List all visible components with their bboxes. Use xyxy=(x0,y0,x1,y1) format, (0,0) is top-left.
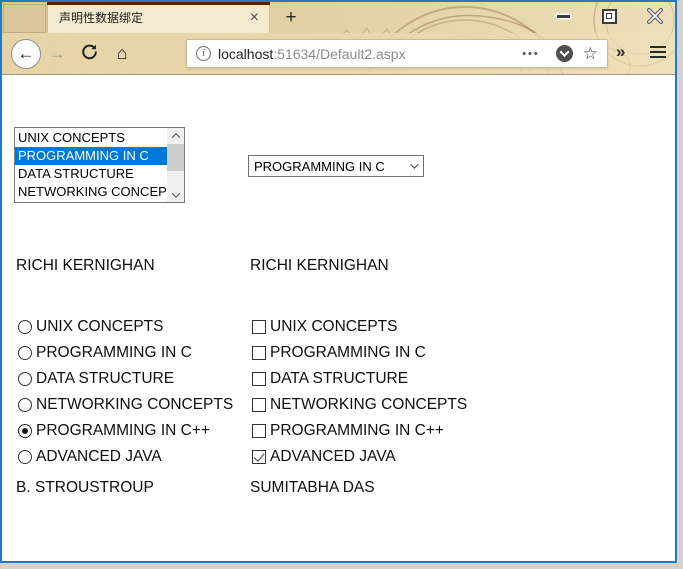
new-tab-button[interactable]: + xyxy=(278,5,304,31)
listbox-option[interactable]: PROGRAMMING IN C xyxy=(15,147,167,165)
radio-option[interactable]: DATA STRUCTURE xyxy=(18,366,233,392)
dropdown-selected-value: PROGRAMMING IN C xyxy=(249,159,403,174)
radio-label: PROGRAMMING IN C++ xyxy=(36,422,210,440)
radio-icon[interactable] xyxy=(18,450,32,464)
window-controls xyxy=(551,5,667,27)
url-text[interactable]: localhost:51634/Default2.aspx xyxy=(218,46,514,62)
course-radio-group: UNIX CONCEPTS PROGRAMMING IN C DATA STRU… xyxy=(18,314,233,470)
checkbox-icon[interactable] xyxy=(252,372,266,386)
maximize-button[interactable] xyxy=(597,5,621,27)
checkbox-author-label: SUMITABHA DAS xyxy=(250,479,375,497)
tab-close-icon[interactable]: × xyxy=(248,10,261,26)
radio-label: NETWORKING CONCEPTS xyxy=(36,396,233,414)
navigation-toolbar: ← → ⌂ i localhost:51634/Default2.aspx ••… xyxy=(2,33,675,75)
home-button[interactable]: ⌂ xyxy=(105,43,139,64)
listbox-option[interactable]: DATA STRUCTURE xyxy=(15,165,167,183)
listbox-items: UNIX CONCEPTS PROGRAMMING IN C DATA STRU… xyxy=(15,128,167,202)
checkbox-label: UNIX CONCEPTS xyxy=(270,318,397,336)
page-content: UNIX CONCEPTS PROGRAMMING IN C DATA STRU… xyxy=(2,75,675,561)
hamburger-menu-icon[interactable] xyxy=(650,46,666,61)
scrollbar-thumb[interactable] xyxy=(167,144,184,171)
course-dropdown[interactable]: PROGRAMMING IN C xyxy=(248,155,424,177)
checkbox-label: PROGRAMMING IN C xyxy=(270,344,426,362)
checkbox-label: ADVANCED JAVA xyxy=(270,448,396,466)
back-arrow-icon: ← xyxy=(18,44,35,64)
radio-label: UNIX CONCEPTS xyxy=(36,318,163,336)
listbox-author-label: RICHI KERNIGHAN xyxy=(16,257,155,275)
close-button[interactable] xyxy=(643,5,667,27)
home-icon: ⌂ xyxy=(117,43,128,63)
minimize-icon xyxy=(557,15,570,18)
url-path: :51634/Default2.aspx xyxy=(273,46,405,62)
bookmark-star-icon[interactable]: ☆ xyxy=(581,44,607,64)
scroll-up-icon[interactable] xyxy=(167,128,184,143)
forward-button[interactable]: → xyxy=(41,44,73,64)
scroll-down-icon[interactable] xyxy=(167,187,184,202)
radio-icon[interactable] xyxy=(18,398,32,412)
checkbox-icon[interactable] xyxy=(252,320,266,334)
minimize-button[interactable] xyxy=(551,5,575,27)
radio-option[interactable]: PROGRAMMING IN C xyxy=(18,340,233,366)
radio-label: DATA STRUCTURE xyxy=(36,370,174,388)
reload-icon xyxy=(81,43,98,60)
radio-option[interactable]: UNIX CONCEPTS xyxy=(18,314,233,340)
listbox-option[interactable]: NETWORKING CONCEPTS xyxy=(15,183,167,201)
checkbox-option[interactable]: NETWORKING CONCEPTS xyxy=(252,392,467,418)
checkbox-icon[interactable] xyxy=(252,398,266,412)
checkbox-icon[interactable] xyxy=(252,450,266,464)
tab-bar: 声明性数据绑定 × + xyxy=(2,2,675,33)
page-actions-button[interactable]: ••• xyxy=(514,48,548,60)
listbox-scrollbar[interactable] xyxy=(167,128,184,202)
radio-label: ADVANCED JAVA xyxy=(36,448,162,466)
checkbox-option[interactable]: PROGRAMMING IN C++ xyxy=(252,418,467,444)
checkbox-icon[interactable] xyxy=(252,346,266,360)
radio-icon[interactable] xyxy=(18,372,32,386)
dropdown-author-label: RICHI KERNIGHAN xyxy=(250,257,389,275)
url-bar[interactable]: i localhost:51634/Default2.aspx ••• ☆ xyxy=(186,39,608,68)
chevron-down-icon[interactable] xyxy=(403,163,423,169)
close-icon xyxy=(646,7,664,25)
checkbox-option[interactable]: UNIX CONCEPTS xyxy=(252,314,467,340)
checkbox-label: PROGRAMMING IN C++ xyxy=(270,422,444,440)
browser-chrome: 声明性数据绑定 × + ← → xyxy=(2,2,675,75)
checkbox-label: NETWORKING CONCEPTS xyxy=(270,396,467,414)
radio-option[interactable]: NETWORKING CONCEPTS xyxy=(18,392,233,418)
radio-option[interactable]: PROGRAMMING IN C++ xyxy=(18,418,233,444)
overflow-menu-button[interactable]: » xyxy=(616,42,625,62)
radio-icon[interactable] xyxy=(18,346,32,360)
pocket-icon[interactable] xyxy=(556,45,573,62)
maximize-icon xyxy=(602,9,617,24)
checkbox-option[interactable]: PROGRAMMING IN C xyxy=(252,340,467,366)
checkbox-label: DATA STRUCTURE xyxy=(270,370,408,388)
course-listbox[interactable]: UNIX CONCEPTS PROGRAMMING IN C DATA STRU… xyxy=(14,127,185,203)
back-button[interactable]: ← xyxy=(11,39,41,69)
checkbox-option[interactable]: ADVANCED JAVA xyxy=(252,444,467,470)
checkbox-icon[interactable] xyxy=(252,424,266,438)
site-info-icon[interactable]: i xyxy=(196,46,211,61)
radio-label: PROGRAMMING IN C xyxy=(36,344,192,362)
url-host: localhost xyxy=(218,46,273,62)
reload-button[interactable] xyxy=(73,43,105,65)
checkbox-option[interactable]: DATA STRUCTURE xyxy=(252,366,467,392)
forward-arrow-icon: → xyxy=(49,44,66,63)
browser-window: 声明性数据绑定 × + ← → xyxy=(0,0,677,563)
radio-author-label: B. STROUSTROUP xyxy=(16,479,154,497)
titlebar-spacer xyxy=(3,4,46,33)
radio-icon[interactable] xyxy=(18,320,32,334)
radio-icon[interactable] xyxy=(18,424,32,438)
tab-title: 声明性数据绑定 xyxy=(59,9,248,26)
browser-tab-active[interactable]: 声明性数据绑定 × xyxy=(47,2,270,33)
radio-option[interactable]: ADVANCED JAVA xyxy=(18,444,233,470)
course-checkbox-group: UNIX CONCEPTS PROGRAMMING IN C DATA STRU… xyxy=(252,314,467,470)
listbox-option[interactable]: UNIX CONCEPTS xyxy=(15,129,167,147)
